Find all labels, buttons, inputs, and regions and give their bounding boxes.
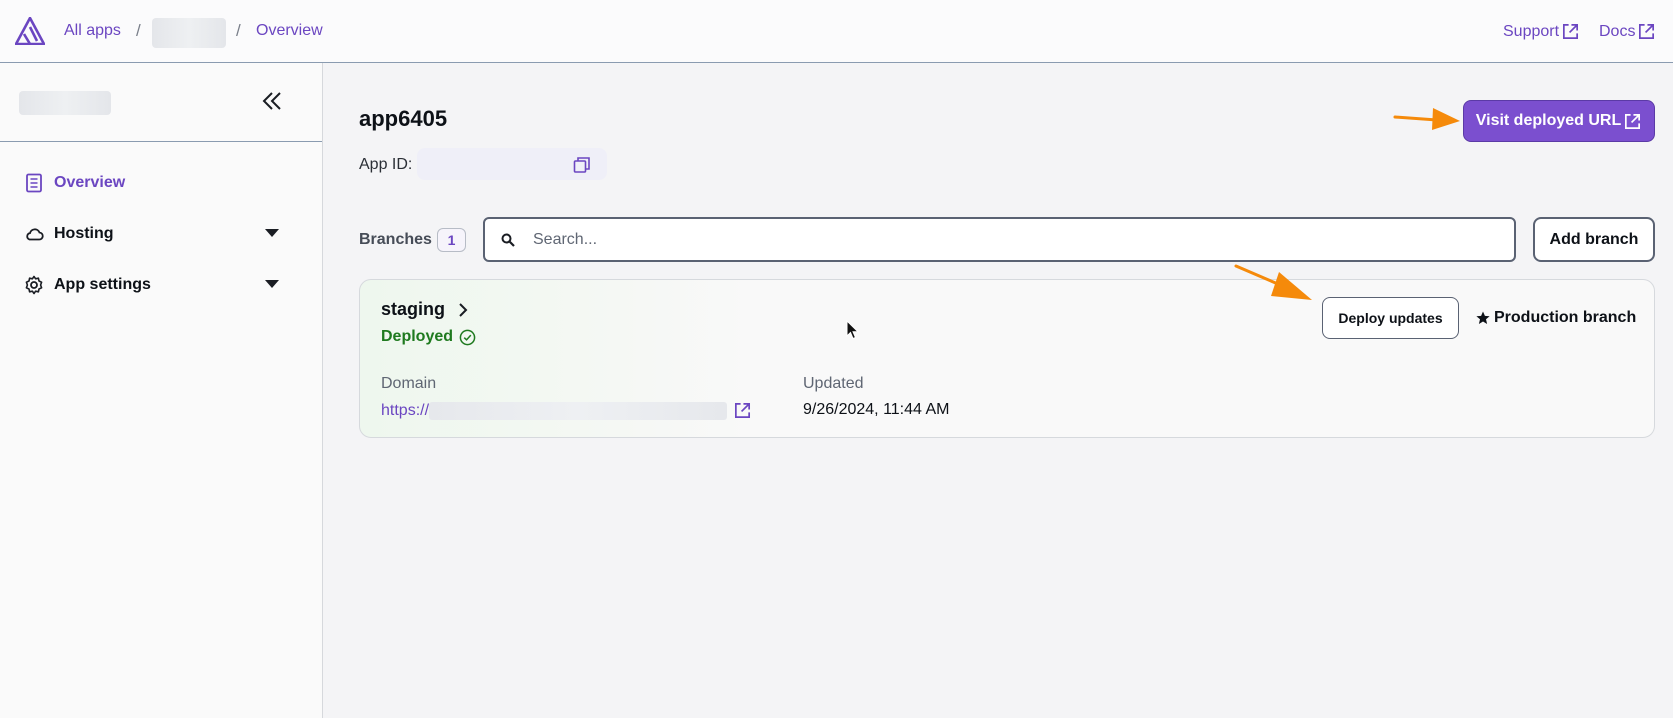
branch-name-link[interactable]: staging (381, 299, 469, 320)
support-link-label: Support (1503, 22, 1560, 40)
star-icon (1476, 311, 1490, 324)
visit-deployed-url-label: Visit deployed URL (1475, 112, 1622, 129)
breadcrumb-separator: / (236, 21, 241, 40)
domain-link[interactable]: https:// (381, 401, 752, 420)
domain-redacted (429, 401, 728, 420)
top-navigation-bar: All apps / / Overview Support Docs (0, 0, 1673, 63)
copy-icon[interactable] (573, 156, 591, 174)
branches-label: Branches (359, 231, 432, 248)
add-branch-button[interactable]: Add branch (1533, 217, 1655, 262)
external-link-icon (1639, 23, 1655, 40)
sidebar-item-hosting[interactable]: Hosting (24, 224, 279, 244)
domain-prefix: https:// (381, 401, 430, 419)
sidebar-header (0, 63, 322, 142)
sidebar-item-app-settings[interactable]: App settings (24, 275, 279, 295)
caret-down-icon[interactable] (265, 228, 279, 238)
docs-link[interactable]: Docs (1599, 22, 1656, 41)
branch-card: staging Deployed Domain https:// Updated… (359, 279, 1655, 438)
external-link-icon (1563, 23, 1579, 40)
amplify-logo-icon[interactable] (15, 17, 45, 45)
breadcrumb-separator: / (136, 21, 141, 40)
mouse-cursor-icon (846, 320, 860, 340)
production-branch-badge: Production branch (1476, 309, 1636, 327)
sidebar-app-name-redacted (19, 91, 111, 115)
search-icon (501, 233, 515, 247)
external-link-icon (1625, 113, 1641, 129)
check-circle-icon (459, 329, 476, 345)
sidebar-item-overview[interactable]: Overview (24, 173, 279, 193)
breadcrumb-overview: Overview (256, 22, 323, 39)
deploy-status-label: Deployed (381, 328, 454, 345)
search-input[interactable] (533, 219, 1493, 260)
branch-name: staging (381, 299, 446, 319)
domain-label: Domain (381, 375, 437, 392)
updated-timestamp: 9/26/2024, 11:44 AM (803, 401, 950, 418)
page-title: app6405 (359, 106, 448, 131)
docs-link-label: Docs (1599, 22, 1636, 40)
cloud-icon (26, 228, 44, 241)
app-id-label: App ID: (359, 156, 413, 173)
breadcrumb-app-redacted[interactable] (152, 18, 226, 48)
deploy-updates-button[interactable]: Deploy updates (1322, 297, 1459, 339)
external-link-icon (735, 402, 751, 419)
sidebar-item-label: App settings (54, 276, 151, 293)
gear-icon (25, 275, 43, 295)
sidebar: Overview Hosting App settings (0, 63, 323, 718)
visit-deployed-url-button[interactable]: Visit deployed URL (1463, 100, 1655, 142)
production-branch-label: Production branch (1494, 309, 1637, 326)
document-icon (26, 173, 42, 193)
annotation-arrow-icon (1234, 264, 1312, 300)
sidebar-item-label: Overview (54, 174, 126, 191)
deploy-status: Deployed (381, 328, 476, 346)
chevron-right-icon (459, 302, 468, 317)
updated-label: Updated (803, 375, 864, 392)
caret-down-icon[interactable] (265, 279, 279, 289)
sidebar-item-label: Hosting (54, 225, 114, 242)
annotation-arrow-icon (1393, 108, 1460, 130)
support-link[interactable]: Support (1503, 22, 1580, 41)
double-chevron-left-icon[interactable] (260, 89, 284, 113)
breadcrumb-all-apps[interactable]: All apps (64, 22, 121, 40)
branch-search[interactable] (483, 217, 1516, 262)
branch-count-badge: 1 (437, 228, 466, 252)
